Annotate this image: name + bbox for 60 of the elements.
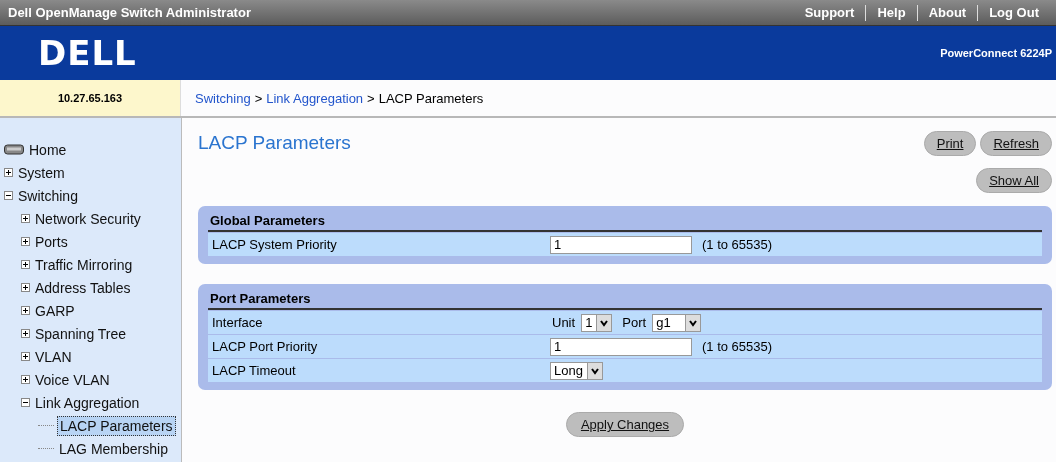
tree-item[interactable]: System <box>16 163 67 182</box>
plus-box-icon[interactable] <box>21 260 30 269</box>
tree-item[interactable]: Voice VLAN <box>33 370 112 389</box>
plus-box-icon[interactable] <box>4 168 13 177</box>
model-name: PowerConnect 6224P <box>940 47 1052 59</box>
range-hint: (1 to 65535) <box>702 339 773 354</box>
minus-box-icon[interactable] <box>4 191 13 200</box>
toolbar-button[interactable]: Refresh <box>980 130 1052 156</box>
minus-box-icon[interactable] <box>21 398 30 407</box>
tree-item[interactable]: Home <box>27 140 69 159</box>
top-link[interactable]: About <box>917 5 978 20</box>
input-field[interactable]: 1 <box>550 337 692 356</box>
plus-box-icon[interactable] <box>21 214 30 223</box>
plus-box-icon[interactable] <box>21 375 30 384</box>
input-field[interactable]: 1 <box>550 235 692 254</box>
tree-item[interactable]: Network Security <box>33 209 143 228</box>
tree-item[interactable]: LAG Membership <box>57 439 170 458</box>
plus-box-icon[interactable] <box>21 237 30 246</box>
device-icon <box>4 144 24 155</box>
port-dropdown[interactable]: g1 <box>652 313 701 332</box>
breadcrumb-link[interactable]: Switching <box>195 90 251 106</box>
tree-item[interactable]: VLAN <box>33 347 74 366</box>
top-link[interactable]: Help <box>866 5 917 20</box>
port-label: Port <box>622 315 647 330</box>
plus-box-icon[interactable] <box>21 329 30 338</box>
logo: DELL <box>38 33 137 73</box>
field-label: LACP Timeout <box>211 363 297 378</box>
tree-item[interactable]: Address Tables <box>33 278 133 297</box>
field-label: LACP Port Priority <box>211 339 319 354</box>
tree-item[interactable]: GARP <box>33 301 77 320</box>
field-label: Interface <box>211 315 264 330</box>
page-title: LACP Parameters <box>198 132 351 154</box>
tree-item[interactable]: Link Aggregation <box>33 393 142 412</box>
field-label: LACP System Priority <box>211 237 338 252</box>
app-title: Dell OpenManage Switch Administrator <box>8 5 251 20</box>
top-link[interactable]: Support <box>793 5 866 20</box>
show-all-button[interactable]: Show All <box>976 168 1052 193</box>
unit-label: Unit <box>552 315 576 330</box>
tree-item[interactable]: Ports <box>33 232 70 251</box>
timeout-dropdown[interactable]: Long <box>550 361 603 380</box>
caret-icon <box>596 314 612 331</box>
tree-item[interactable]: Spanning Tree <box>33 324 129 343</box>
plus-box-icon[interactable] <box>21 283 30 292</box>
breadcrumb-separator: > <box>367 90 375 106</box>
plus-box-icon[interactable] <box>21 306 30 315</box>
tree-item[interactable]: LACP Parameters <box>57 415 176 436</box>
breadcrumb-link[interactable]: Link Aggregation <box>266 90 364 106</box>
caret-icon <box>684 314 700 331</box>
breadcrumb-separator: > <box>254 90 263 106</box>
range-hint: (1 to 65535) <box>702 237 773 252</box>
tree-item[interactable]: Switching <box>16 186 80 205</box>
plus-box-icon[interactable] <box>21 352 30 361</box>
caret-icon <box>586 362 602 379</box>
apply-changes-button[interactable]: Apply Changes <box>565 412 685 437</box>
unit-dropdown[interactable]: 1 <box>581 313 613 332</box>
breadcrumb-current: LACP Parameters <box>378 90 484 106</box>
top-link[interactable]: Log Out <box>978 5 1050 20</box>
toolbar-button[interactable]: Print <box>923 130 977 156</box>
ip-address: 10.27.65.163 <box>0 80 181 116</box>
tree-item[interactable]: Traffic Mirroring <box>33 255 135 274</box>
